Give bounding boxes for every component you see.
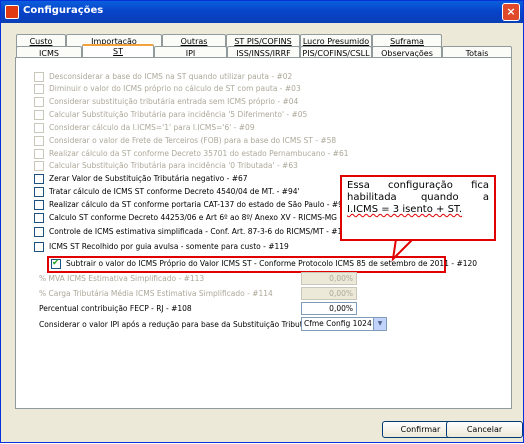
- cancel-button[interactable]: Cancelar: [446, 421, 523, 438]
- callout-note: Essa configuração fica habilitada quando…: [340, 175, 496, 241]
- callout-line-1: Essa configuração fica: [347, 180, 489, 191]
- callout-line-3: I.ICMS = 3 isento + ST.: [347, 204, 463, 215]
- callout-line-2: habilitada quando a: [347, 192, 489, 203]
- configuracoes-window: Configurações × Custo Importação Outras …: [0, 0, 524, 443]
